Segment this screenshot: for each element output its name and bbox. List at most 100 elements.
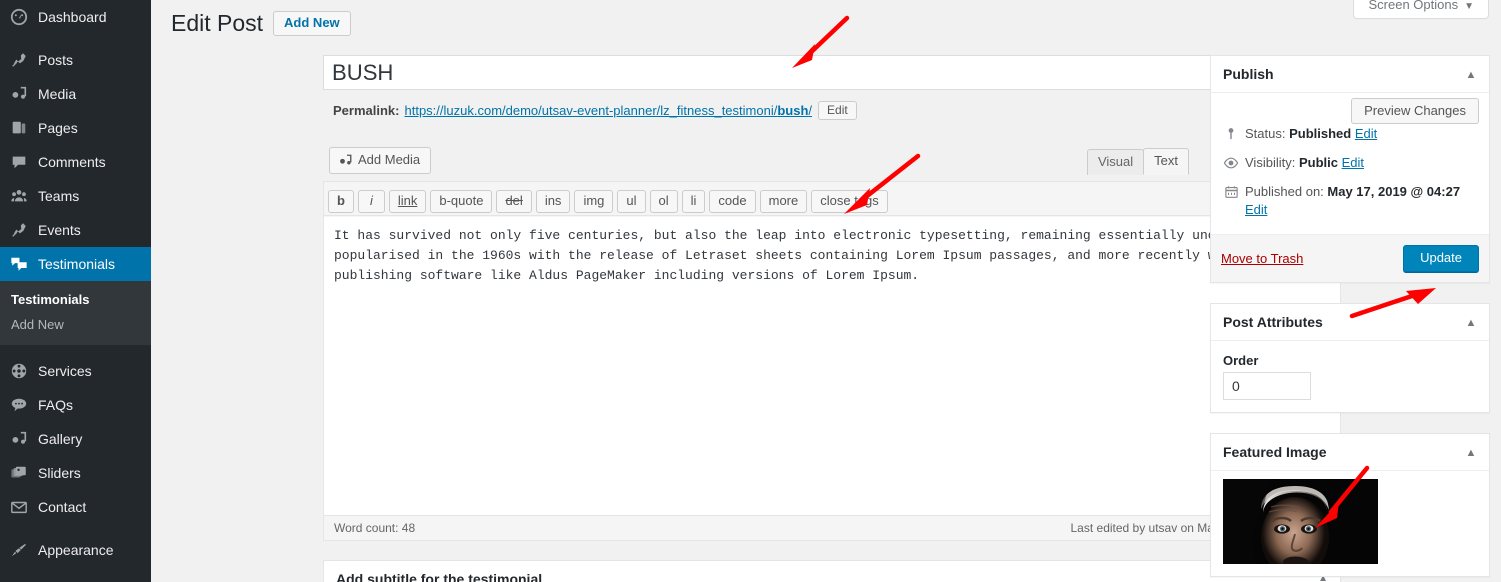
edit-permalink-button[interactable]: Edit	[818, 101, 857, 120]
groups-icon	[9, 186, 29, 206]
update-button[interactable]: Update	[1403, 245, 1479, 272]
published-label: Published on:	[1245, 184, 1324, 199]
quicktag-ul[interactable]: ul	[617, 189, 646, 213]
subtitle-postbox-header[interactable]: Add subtitle for the testimonial ▲	[324, 561, 1340, 582]
chevron-down-icon: ▼	[1464, 1, 1474, 12]
quicktag-italic[interactable]: i	[357, 189, 385, 213]
wp-admin-screen: Dashboard Posts Media Pages Comments Tea…	[0, 0, 1501, 582]
film-icon	[9, 361, 29, 381]
screen-options-button[interactable]: Screen Options ▼	[1353, 0, 1489, 19]
add-media-button[interactable]: Add Media	[329, 147, 432, 174]
sliders-icon	[9, 463, 29, 483]
subtitle-postbox-title: Add subtitle for the testimonial	[336, 571, 543, 582]
edit-visibility-link[interactable]: Edit	[1342, 155, 1364, 170]
permalink-slug: bush	[777, 103, 809, 118]
faq-icon	[9, 395, 29, 415]
wp-body: Screen Options ▼ Edit Post Add New Permal…	[151, 0, 1501, 582]
quicktag-link[interactable]: link	[388, 189, 427, 213]
quicktag-ol[interactable]: ol	[649, 189, 678, 213]
post-status-icon	[1221, 126, 1241, 142]
tab-text[interactable]: Text	[1143, 148, 1189, 175]
sidebar-item-label: Appearance	[38, 542, 114, 558]
sidebar-item-dashboard[interactable]: Dashboard	[0, 0, 151, 34]
post-attributes-header[interactable]: Post Attributes ▲	[1211, 304, 1489, 341]
sidebar-item-label: Contact	[38, 499, 87, 515]
pages-icon	[9, 118, 29, 138]
meta-sidebar: Publish ▲ Preview Changes Status: Publis…	[1210, 55, 1490, 582]
visibility-value: Public	[1298, 155, 1338, 170]
sidebar-item-gallery[interactable]: Gallery	[0, 422, 151, 456]
status-value: Published	[1289, 126, 1352, 141]
edit-published-link[interactable]: Edit	[1245, 202, 1267, 217]
tab-visual[interactable]: Visual	[1086, 149, 1145, 175]
post-attributes-body: Order	[1211, 341, 1489, 412]
sidebar-item-pages[interactable]: Pages	[0, 111, 151, 145]
sidebar-item-comments[interactable]: Comments	[0, 145, 151, 179]
order-label: Order	[1223, 353, 1259, 368]
media-icon	[338, 153, 353, 168]
quicktag-blockquote[interactable]: b-quote	[430, 189, 493, 213]
featured-image-thumbnail[interactable]	[1223, 479, 1378, 564]
quicktag-img[interactable]: img	[574, 189, 614, 213]
post-published-row: Published on: May 17, 2019 @ 04:27 Edit	[1221, 177, 1479, 224]
sidebar-item-appearance[interactable]: Appearance	[0, 533, 151, 567]
eye-icon	[1221, 155, 1241, 171]
testimonials-submenu: Testimonials Add New	[0, 281, 151, 345]
calendar-icon	[1221, 184, 1241, 200]
quicktag-more[interactable]: more	[759, 189, 808, 213]
sidebar-item-label: Testimonials	[38, 256, 116, 272]
quicktag-ins[interactable]: ins	[535, 189, 571, 213]
quicktag-bold[interactable]: b	[328, 189, 354, 213]
post-published-text: Published on: May 17, 2019 @ 04:27 Edit	[1245, 183, 1479, 219]
featured-image-header[interactable]: Featured Image ▲	[1211, 434, 1489, 471]
sidebar-item-media[interactable]: Media	[0, 77, 151, 111]
word-count: Word count: 48	[334, 521, 416, 535]
submenu-item-testimonials[interactable]: Testimonials	[0, 287, 151, 312]
submenu-item-add-new[interactable]: Add New	[0, 312, 151, 337]
chevron-up-icon[interactable]: ▲	[1461, 313, 1481, 333]
pin-icon	[9, 50, 29, 70]
sidebar-item-sliders[interactable]: Sliders	[0, 456, 151, 490]
move-to-trash-link[interactable]: Move to Trash	[1221, 251, 1303, 266]
add-new-button[interactable]: Add New	[273, 11, 351, 36]
chevron-up-icon[interactable]: ▲	[1461, 65, 1481, 85]
sidebar-item-label: Teams	[38, 188, 80, 204]
post-visibility-text: Visibility: Public Edit	[1245, 154, 1364, 172]
sidebar-item-testimonials[interactable]: Testimonials	[0, 247, 151, 281]
quicktag-code[interactable]: code	[709, 189, 756, 213]
sidebar-item-label: Sliders	[38, 465, 81, 481]
sidebar-item-posts[interactable]: Posts	[0, 43, 151, 77]
sidebar-item-services[interactable]: Services	[0, 354, 151, 388]
sidebar-item-teams[interactable]: Teams	[0, 179, 151, 213]
quicktag-close-tags[interactable]: close tags	[811, 189, 888, 213]
featured-image-body	[1211, 471, 1489, 576]
publish-major-actions: Move to Trash Update	[1211, 234, 1489, 282]
sidebar-item-label: Posts	[38, 52, 74, 68]
order-input[interactable]	[1223, 372, 1311, 400]
media-buttons: Add Media	[329, 147, 432, 174]
sidebar-item-faqs[interactable]: FAQs	[0, 388, 151, 422]
preview-changes-button[interactable]: Preview Changes	[1351, 98, 1479, 124]
sidebar-item-label: Media	[38, 86, 77, 102]
permalink-link[interactable]: https://luzuk.com/demo/utsav-event-plann…	[404, 103, 812, 118]
comment-icon	[9, 152, 29, 172]
quicktag-li[interactable]: li	[681, 189, 706, 213]
edit-status-link[interactable]: Edit	[1355, 126, 1377, 141]
editor-mode-tabs: Visual Text	[1086, 148, 1189, 175]
title-field-wrap	[323, 55, 1341, 90]
chevron-up-icon[interactable]: ▲	[1461, 443, 1481, 463]
post-attributes-postbox: Post Attributes ▲ Order	[1210, 303, 1490, 413]
post-content-textarea[interactable]: It has survived not only five centuries,…	[324, 217, 1340, 515]
post-title-input[interactable]	[323, 55, 1341, 90]
post-visibility-row: Visibility: Public Edit	[1221, 148, 1479, 177]
sidebar-item-contact[interactable]: Contact	[0, 490, 151, 524]
screen-options-label: Screen Options	[1368, 0, 1459, 12]
sidebar-item-events[interactable]: Events	[0, 213, 151, 247]
media-icon	[9, 84, 29, 104]
publish-postbox-header[interactable]: Publish ▲	[1211, 56, 1489, 93]
status-label: Status:	[1245, 126, 1286, 141]
preview-row: Preview Changes	[1221, 98, 1479, 124]
quicktag-del[interactable]: del	[496, 189, 532, 213]
publish-minor-actions: Preview Changes Status: Published Edit V…	[1211, 93, 1489, 234]
media-icon	[9, 429, 29, 449]
